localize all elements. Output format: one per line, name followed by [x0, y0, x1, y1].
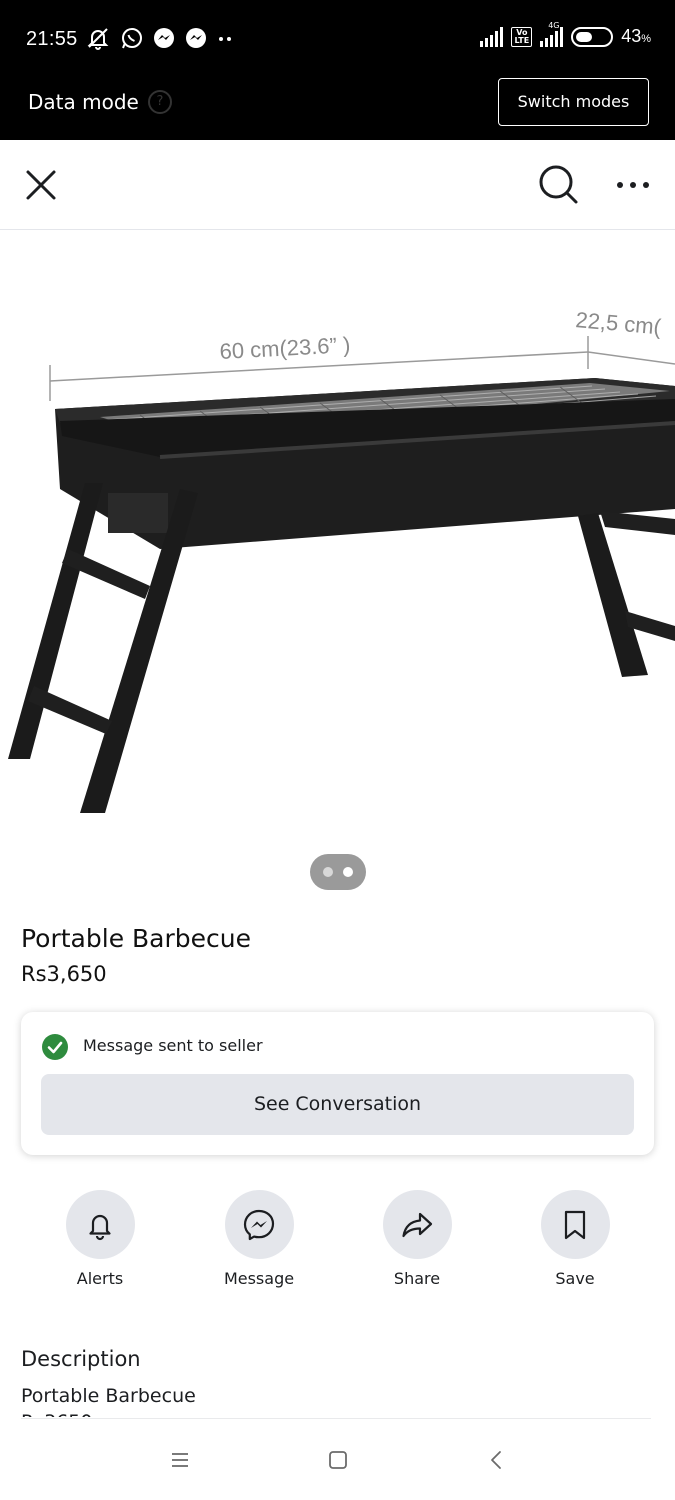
message-status-text: Message sent to seller — [83, 1036, 263, 1055]
messenger-icon — [152, 26, 176, 50]
share-icon[interactable] — [382, 1190, 452, 1259]
description-line: Rs3650 — [21, 1409, 651, 1417]
check-circle-icon — [42, 1034, 68, 1060]
alerts-action[interactable]: Alerts — [30, 1190, 170, 1288]
switch-modes-button[interactable]: Switch modes — [498, 78, 649, 126]
status-time: 21:55 — [26, 28, 78, 50]
bookmark-icon[interactable] — [540, 1190, 610, 1259]
dimension-width-label: 60 cm(23.6” ) — [219, 332, 351, 364]
volte-icon: Vo LTE — [511, 26, 533, 47]
description-heading: Description — [21, 1347, 141, 1371]
data-mode-banner: Data mode ? Switch modes — [0, 78, 675, 138]
share-action[interactable]: Share — [347, 1190, 487, 1288]
product-image[interactable]: 60 cm(23.6” ) 22,5 cm( — [0, 231, 675, 841]
whatsapp-icon — [120, 26, 144, 50]
more-icon[interactable] — [612, 170, 656, 200]
carousel-dot-active[interactable] — [343, 867, 353, 877]
alerts-label: Alerts — [76, 1269, 124, 1288]
product-price: Rs3,650 — [21, 962, 107, 986]
messenger-icon — [184, 26, 208, 50]
more-notifications-icon — [216, 26, 234, 50]
battery-percentage: 43% — [621, 26, 651, 46]
messenger-icon[interactable] — [224, 1190, 294, 1259]
message-sent-card: Message sent to seller See Conversation — [21, 1012, 654, 1155]
help-icon[interactable]: ? — [148, 90, 172, 114]
back-icon[interactable] — [476, 1445, 516, 1475]
save-action[interactable]: Save — [505, 1190, 645, 1288]
see-conversation-button[interactable]: See Conversation — [41, 1074, 634, 1135]
description-line: Portable Barbecue — [21, 1385, 196, 1407]
signal-4g-icon: 4G — [540, 21, 564, 47]
status-bar: 21:55 Vo LTE 4G 43% — [0, 0, 675, 80]
menu-icon[interactable] — [160, 1445, 200, 1475]
save-label: Save — [555, 1269, 595, 1288]
data-mode-label: Data mode — [28, 90, 139, 114]
notification-icons — [84, 26, 234, 50]
system-navigation-bar — [0, 1419, 675, 1500]
bell-icon[interactable] — [65, 1190, 135, 1259]
system-icons: Vo LTE 4G 43% — [480, 21, 651, 47]
share-label: Share — [393, 1269, 441, 1288]
image-carousel-indicator[interactable] — [310, 854, 366, 890]
search-icon[interactable] — [536, 162, 580, 206]
description-body: Portable Barbecue Rs3650 — [21, 1383, 651, 1417]
network-type-label: 4G — [548, 20, 560, 30]
signal-icon — [480, 26, 504, 47]
message-label: Message — [223, 1269, 295, 1288]
battery-icon — [571, 26, 614, 47]
carousel-dot[interactable] — [323, 867, 333, 877]
home-icon[interactable] — [318, 1445, 358, 1475]
message-action[interactable]: Message — [189, 1190, 329, 1288]
app-header — [0, 140, 675, 230]
close-icon[interactable] — [22, 166, 60, 204]
mute-icon — [84, 26, 112, 50]
dimension-depth-label: 22,5 cm( — [575, 307, 663, 339]
system-top-bar: 21:55 Vo LTE 4G 43% Data mode ? Switch m… — [0, 0, 675, 140]
product-title: Portable Barbecue — [21, 924, 251, 953]
